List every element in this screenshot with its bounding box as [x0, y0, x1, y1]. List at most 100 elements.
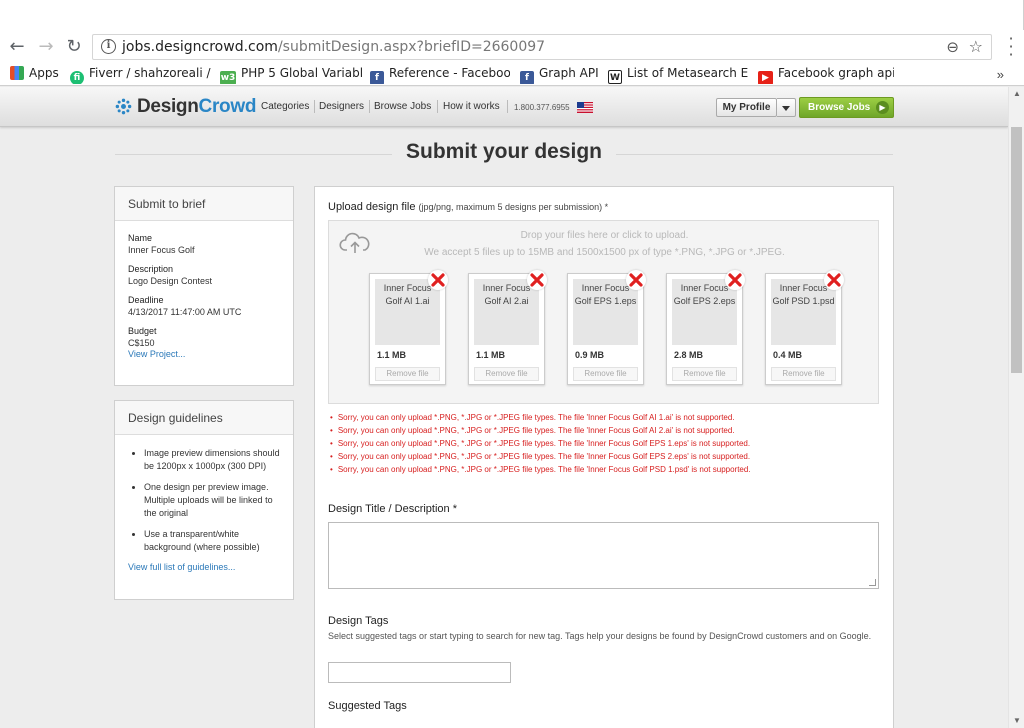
browser-tab-strip: [0, 0, 1024, 30]
file-size: 1.1 MB: [377, 350, 407, 360]
file-thumbnail: Inner Focus Golf AI 1.ai: [375, 279, 440, 345]
scroll-up-icon[interactable]: ▲: [1013, 89, 1021, 98]
apps-grid-icon: [10, 66, 24, 80]
nav-designers[interactable]: Designers: [319, 101, 364, 112]
dropzone-requirements: We accept 5 files up to 15MB and 1500x15…: [424, 247, 785, 258]
guidelines-heading: Design guidelines: [115, 401, 293, 435]
my-profile-button[interactable]: My Profile: [716, 98, 777, 117]
file-size: 0.9 MB: [575, 350, 605, 360]
brief-heading: Submit to brief: [115, 187, 293, 221]
caret-down-icon: [782, 106, 790, 111]
bookmarks-overflow-button[interactable]: »: [997, 67, 1004, 82]
delete-x-icon[interactable]: [428, 270, 448, 290]
fiverr-icon: fi: [70, 71, 84, 84]
file-dropzone[interactable]: Drop your files here or click to upload.…: [328, 220, 879, 404]
file-thumbnail: Inner Focus Golf EPS 1.eps: [573, 279, 638, 345]
design-title-textarea[interactable]: [328, 522, 879, 589]
bookmark-facebook-graph-api[interactable]: ▶ Facebook graph api :: [758, 66, 894, 84]
file-thumbnail: Inner Focus Golf EPS 2.eps: [672, 279, 737, 345]
bookmark-facebook-reference[interactable]: f Reference - Facebook: [370, 66, 510, 84]
page-scrollbar[interactable]: ▲ ▼: [1008, 87, 1024, 728]
browser-menu-icon[interactable]: · · ·: [1008, 31, 1014, 63]
site-info-icon[interactable]: i: [101, 39, 116, 54]
page-title-text: Submit your design: [391, 140, 616, 164]
bookmark-apps[interactable]: Apps: [10, 66, 62, 84]
error-message: Sorry, you can only upload *.PNG, *.JPG …: [330, 411, 751, 424]
scrollbar-thumb[interactable]: [1011, 127, 1022, 373]
arrow-right-icon: ▶: [876, 101, 889, 114]
bookmark-label: Fiverr / shahzoreali /: [89, 66, 212, 80]
upload-label-text: Upload design file: [328, 201, 416, 213]
bookmark-graph-api[interactable]: f Graph API: [520, 66, 600, 84]
bookmark-label: Reference - Facebook: [389, 66, 510, 80]
file-thumbnail: Inner Focus Golf PSD 1.psd: [771, 279, 836, 345]
address-bar[interactable]: i jobs.designcrowd.com/submitDesign.aspx…: [92, 34, 992, 60]
brief-deadline-label: Deadline: [128, 295, 164, 305]
nav-categories[interactable]: Categories: [261, 101, 309, 112]
remove-file-button[interactable]: Remove file: [375, 367, 440, 381]
error-message: Sorry, you can only upload *.PNG, *.JPG …: [330, 463, 751, 476]
delete-x-icon[interactable]: [527, 270, 547, 290]
back-arrow-icon[interactable]: ←: [6, 36, 28, 58]
logo-text-crowd: Crowd: [198, 96, 257, 117]
facebook-icon: f: [520, 71, 534, 84]
url-text[interactable]: jobs.designcrowd.com/submitDesign.aspx?b…: [122, 39, 545, 55]
error-message: Sorry, you can only upload *.PNG, *.JPG …: [330, 424, 751, 437]
bookmark-label: List of Metasearch En: [627, 66, 748, 80]
remove-file-button[interactable]: Remove file: [474, 367, 539, 381]
list-item: Use a transparent/white background (wher…: [144, 528, 285, 554]
browser-toolbar: ← → ↻ i jobs.designcrowd.com/submitDesig…: [0, 30, 1024, 64]
delete-x-icon[interactable]: [824, 270, 844, 290]
zoom-icon[interactable]: ⊖: [946, 38, 959, 56]
brief-deadline-value: 4/13/2017 11:47:00 AM UTC: [128, 307, 242, 317]
remove-file-button[interactable]: Remove file: [672, 367, 737, 381]
list-item: One design per preview image. Multiple u…: [144, 481, 285, 520]
bookmarks-bar: Apps fiFiverr / shahzoreali / F w3PHP 5 …: [0, 64, 1024, 86]
browse-jobs-button[interactable]: Browse Jobs ▶: [799, 97, 894, 118]
brief-name-label: Name: [128, 233, 153, 243]
remove-file-button[interactable]: Remove file: [771, 367, 836, 381]
view-guidelines-link[interactable]: View full list of guidelines...: [128, 562, 293, 572]
file-size: 0.4 MB: [773, 350, 803, 360]
delete-x-icon[interactable]: [725, 270, 745, 290]
bookmark-label: Graph API: [539, 66, 599, 80]
submit-form-panel: Upload design file (jpg/png, maximum 5 d…: [314, 186, 894, 728]
view-project-link[interactable]: View Project...: [128, 349, 293, 359]
guidelines-list: Image preview dimensions should be 1200p…: [115, 435, 293, 554]
design-tags-input[interactable]: [328, 662, 511, 683]
nav-browse-jobs[interactable]: Browse Jobs: [374, 101, 431, 112]
facebook-icon: f: [370, 71, 384, 84]
uploaded-file-card: Inner Focus Golf PSD 1.psd 0.4 MB Remove…: [765, 270, 844, 385]
scroll-down-icon[interactable]: ▼: [1013, 716, 1021, 725]
dropzone-instruction: Drop your files here or click to upload.: [520, 230, 689, 241]
us-flag-icon[interactable]: [577, 102, 593, 113]
logo-text-design: Design: [137, 96, 199, 117]
remove-file-button[interactable]: Remove file: [573, 367, 638, 381]
bookmark-star-icon[interactable]: ☆: [969, 37, 983, 56]
uploaded-file-card: Inner Focus Golf EPS 2.eps 2.8 MB Remove…: [666, 270, 745, 385]
brief-info-panel: Submit to brief Name Inner Focus Golf De…: [114, 186, 294, 386]
nav-how-it-works[interactable]: How it works: [443, 101, 500, 112]
list-item: Image preview dimensions should be 1200p…: [144, 447, 285, 473]
design-tags-label: Design Tags: [328, 615, 389, 627]
bookmark-metasearch[interactable]: WList of Metasearch Eng: [608, 66, 748, 84]
profile-dropdown-button[interactable]: [777, 98, 796, 117]
upload-error-list: Sorry, you can only upload *.PNG, *.JPG …: [330, 411, 751, 476]
delete-x-icon[interactable]: [626, 270, 646, 290]
suggested-tags-label: Suggested Tags: [328, 700, 407, 712]
forward-arrow-icon[interactable]: →: [35, 36, 57, 58]
bookmark-fiverr[interactable]: fiFiverr / shahzoreali / F: [70, 66, 212, 84]
error-message: Sorry, you can only upload *.PNG, *.JPG …: [330, 450, 751, 463]
brief-description-value: Logo Design Contest: [128, 276, 213, 286]
reload-icon[interactable]: ↻: [63, 36, 85, 58]
bookmark-php-global[interactable]: w3 PHP 5 Global Variable: [220, 66, 362, 84]
wikipedia-icon: W: [608, 70, 622, 84]
resize-grip-icon[interactable]: [869, 579, 876, 586]
design-tags-help: Select suggested tags or start typing to…: [328, 631, 872, 641]
upload-hint: (jpg/png, maximum 5 designs per submissi…: [418, 202, 609, 212]
error-message: Sorry, you can only upload *.PNG, *.JPG …: [330, 437, 751, 450]
page-content: DesignCrowd Categories Designers Browse …: [0, 87, 1008, 728]
file-size: 2.8 MB: [674, 350, 704, 360]
bookmark-label: Facebook graph api :: [778, 66, 894, 80]
brief-description-label: Description: [128, 264, 174, 274]
